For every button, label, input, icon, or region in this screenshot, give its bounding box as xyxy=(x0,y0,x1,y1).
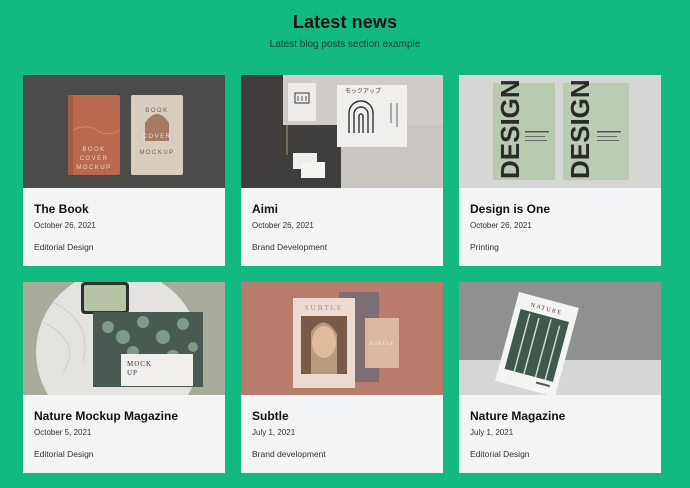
post-card-aimi[interactable]: モックアップ Aimi October 26, 2021 Brand Devel… xyxy=(241,75,443,266)
post-title[interactable]: Subtle xyxy=(252,409,432,423)
post-category: Brand Development xyxy=(252,242,328,252)
mock-text-1: MOCK xyxy=(127,360,152,368)
post-date: July 1, 2021 xyxy=(470,428,514,437)
post-image-subtle-magazine-mockup[interactable]: SUBTLE SUBTLE xyxy=(241,282,443,395)
post-image-magazine-tablet-mockup[interactable]: MOCK UP xyxy=(23,282,225,395)
book2-cover-text-2: COVER xyxy=(143,134,172,140)
post-image-design-poster-mockup[interactable]: DESIGN DESIGN xyxy=(459,75,661,188)
post-card-design-is-one[interactable]: DESIGN DESIGN Design is One October 26, … xyxy=(459,75,661,266)
post-date: October 26, 2021 xyxy=(252,221,314,230)
book-cover-text-1: BOOK xyxy=(82,147,105,153)
book-cover-text-2: COVER xyxy=(80,156,109,162)
post-card-nature-magazine[interactable]: NATURE Nature Magazine July 1, 2021 Edit… xyxy=(459,282,661,473)
subtle-cover-text: SUBTLE xyxy=(305,304,343,312)
book-cover-text-3: MOCKUP xyxy=(76,165,111,171)
aimi-tag-text: モックアップ xyxy=(345,88,381,95)
book2-cover-text-1: BOOK xyxy=(145,108,168,114)
mock-text-2: UP xyxy=(127,369,138,377)
post-card-the-book[interactable]: BOOK COVER MOCKUP BOOK COVER MOCKUP The … xyxy=(23,75,225,266)
post-title[interactable]: Nature Magazine xyxy=(470,409,650,423)
section-subtitle: Latest blog posts section example xyxy=(269,39,421,50)
post-card-nature-mockup-magazine[interactable]: MOCK UP Nature Mockup Magazine October 5… xyxy=(23,282,225,473)
post-title[interactable]: The Book xyxy=(34,202,214,216)
section-header: Latest news Latest blog posts section ex… xyxy=(0,12,690,50)
book2-cover-text-3: MOCKUP xyxy=(139,150,174,156)
post-category: Editorial Design xyxy=(470,449,530,459)
subtle-small-text: SUBTLE xyxy=(370,342,395,347)
post-date: July 1, 2021 xyxy=(252,428,296,437)
post-title[interactable]: Design is One xyxy=(470,202,650,216)
post-title[interactable]: Nature Mockup Magazine xyxy=(34,409,214,423)
post-image-nature-magazine-mockup[interactable]: NATURE xyxy=(459,282,661,395)
post-category: Brand development xyxy=(252,449,326,459)
post-category: Printing xyxy=(470,242,499,252)
post-date: October 26, 2021 xyxy=(34,221,96,230)
posts-grid: BOOK COVER MOCKUP BOOK COVER MOCKUP The … xyxy=(23,75,661,473)
design-text-right: DESIGN xyxy=(565,79,595,179)
design-text-left: DESIGN xyxy=(495,79,525,179)
post-image-stationery-mockup[interactable]: モックアップ xyxy=(241,75,443,188)
post-card-subtle[interactable]: SUBTLE SUBTLE Subtle July 1, 2021 Brand … xyxy=(241,282,443,473)
post-date: October 26, 2021 xyxy=(470,221,532,230)
post-category: Editorial Design xyxy=(34,449,94,459)
post-category: Editorial Design xyxy=(34,242,94,252)
post-image-book-mockup[interactable]: BOOK COVER MOCKUP BOOK COVER MOCKUP xyxy=(23,75,225,188)
post-title[interactable]: Aimi xyxy=(252,202,432,216)
post-date: October 5, 2021 xyxy=(34,428,92,437)
section-title: Latest news xyxy=(292,12,398,32)
